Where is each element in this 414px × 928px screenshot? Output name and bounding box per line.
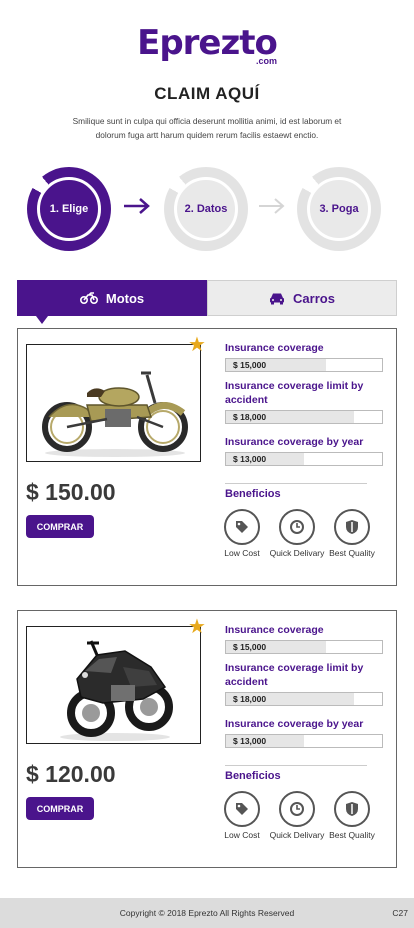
divider xyxy=(225,765,367,766)
benefit-label: Low Cost xyxy=(224,548,260,558)
product-price: $ 150.00 xyxy=(26,479,116,505)
benefit-quick-delivary: Quick Delivary xyxy=(269,509,325,559)
coverage-value: $ 18,000 xyxy=(233,694,267,704)
tab-label: Carros xyxy=(293,290,335,306)
product-image-vintage-motorcycle[interactable] xyxy=(26,344,201,462)
coverage-value: $ 18,000 xyxy=(233,412,267,422)
coverage-value: $ 13,000 xyxy=(233,454,267,464)
brand-logo[interactable]: Eprezto .com xyxy=(0,26,414,66)
coverage-bar: $ 13,000 xyxy=(225,452,383,466)
coverage-bar: $ 13,000 xyxy=(225,734,383,748)
benefit-label: Quick Delivary xyxy=(269,830,325,840)
comprar-button[interactable]: COMPRAR xyxy=(26,797,94,820)
coverage-bar: $ 18,000 xyxy=(225,692,383,706)
benefits-title: Beneficios xyxy=(225,770,281,782)
logo-domain: .com xyxy=(256,56,278,66)
step-datos[interactable]: 2. Datos xyxy=(164,167,248,251)
coverage-item: Insurance coverage $ 15,000 xyxy=(225,341,385,372)
star-icon: ★ xyxy=(188,616,206,638)
step-elige[interactable]: 1. Elige xyxy=(27,167,111,251)
coverage-bar: $ 15,000 xyxy=(225,358,383,372)
step-label: 3. Poga xyxy=(307,177,371,241)
tab-carros[interactable]: Carros xyxy=(207,280,397,316)
coverage-label: Insurance coverage limit by accident xyxy=(225,662,364,688)
benefit-label: Best Quality xyxy=(329,548,375,558)
step-label: 2. Datos xyxy=(174,177,238,241)
tag-icon xyxy=(224,791,260,827)
step-poga[interactable]: 3. Poga xyxy=(297,167,381,251)
benefit-label: Best Quality xyxy=(329,830,375,840)
vehicle-tabs: Motos Carros xyxy=(17,280,397,324)
shield-icon xyxy=(334,791,370,827)
tab-label: Motos xyxy=(105,290,145,306)
coverage-label: Insurance coverage by year xyxy=(225,718,364,730)
divider xyxy=(225,483,367,484)
step-label: 1. Elige xyxy=(37,177,101,241)
corner-tag: C27 xyxy=(392,908,408,918)
benefit-best-quality: Best Quality xyxy=(324,791,380,841)
benefit-label: Low Cost xyxy=(224,830,260,840)
star-icon: ★ xyxy=(188,334,206,356)
product-price: $ 120.00 xyxy=(26,761,116,787)
benefit-best-quality: Best Quality xyxy=(324,509,380,559)
coverage-item: Insurance coverage by year $ 13,000 xyxy=(225,435,385,466)
product-image-sport-motorcycle[interactable] xyxy=(26,626,201,744)
arrow-right-icon xyxy=(258,196,286,221)
copyright-text: Copyright © 2018 Eprezto All Rights Rese… xyxy=(119,908,295,918)
page-title: CLAIM AQUÍ xyxy=(154,84,260,103)
shield-icon xyxy=(334,509,370,545)
benefit-label: Quick Delivary xyxy=(269,548,325,558)
coverage-value: $ 15,000 xyxy=(233,360,267,370)
coverage-bar: $ 18,000 xyxy=(225,410,383,424)
clock-icon xyxy=(279,509,315,545)
coverage-label: Insurance coverage xyxy=(225,624,324,636)
benefits-title: Beneficios xyxy=(225,488,281,500)
product-card: ★ $ 150.00 COMPRAR Insurance coverage $ … xyxy=(17,328,397,586)
car-icon xyxy=(270,293,285,304)
coverage-value: $ 15,000 xyxy=(233,642,267,652)
motorcycle-icon xyxy=(79,292,98,304)
coverage-item: Insurance coverage $ 15,000 xyxy=(225,623,385,654)
coverage-label: Insurance coverage by year xyxy=(225,436,364,448)
benefit-quick-delivary: Quick Delivary xyxy=(269,791,325,841)
coverage-item: Insurance coverage by year $ 13,000 xyxy=(225,717,385,748)
coverage-value: $ 13,000 xyxy=(233,736,267,746)
coverage-label: Insurance coverage xyxy=(225,342,324,354)
page-subtitle: Smilique sunt in culpa qui officia deser… xyxy=(72,116,342,140)
tag-icon xyxy=(224,509,260,545)
arrow-right-icon xyxy=(123,196,151,221)
comprar-button[interactable]: COMPRAR xyxy=(26,515,94,538)
coverage-item: Insurance coverage limit by accident $ 1… xyxy=(225,379,385,424)
coverage-item: Insurance coverage limit by accident $ 1… xyxy=(225,661,385,706)
tab-active-indicator xyxy=(36,316,48,324)
benefit-low-cost: Low Cost xyxy=(214,509,270,559)
page-footer: Copyright © 2018 Eprezto All Rights Rese… xyxy=(0,898,414,928)
product-card: ★ $ 120.00 COMPRAR Insurance coverage $ … xyxy=(17,610,397,868)
coverage-bar: $ 15,000 xyxy=(225,640,383,654)
coverage-label: Insurance coverage limit by accident xyxy=(225,380,364,406)
clock-icon xyxy=(279,791,315,827)
benefit-low-cost: Low Cost xyxy=(214,791,270,841)
tab-motos[interactable]: Motos xyxy=(17,280,207,324)
